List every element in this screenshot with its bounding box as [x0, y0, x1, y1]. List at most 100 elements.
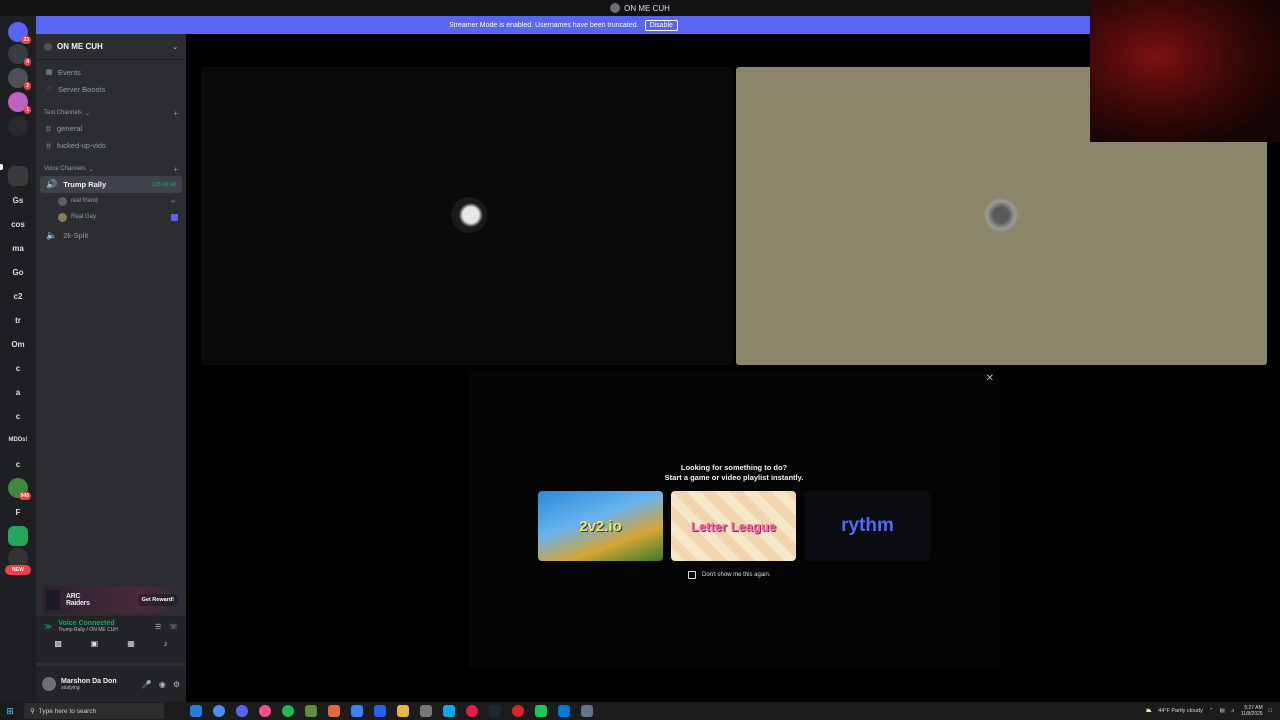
screen-share-icon[interactable]: ▣ [91, 639, 99, 648]
weather-icon[interactable]: ⛅ [1145, 708, 1152, 714]
chevron-up-icon[interactable]: ⌃ [1209, 708, 1214, 714]
disable-streamer-mode-button[interactable]: Disable [644, 19, 678, 31]
server-icon[interactable]: c [8, 454, 28, 474]
server-icon[interactable]: 946 [8, 478, 31, 500]
weather-text[interactable]: 44°F Partly cloudy [1158, 708, 1203, 714]
activity-card[interactable]: Letter League [671, 491, 796, 561]
settings-icon[interactable] [420, 705, 432, 717]
chevron-down-icon: ⌄ [85, 110, 91, 117]
voice-user[interactable]: Real Gay [36, 209, 186, 225]
headphones-icon[interactable]: ◉ [159, 680, 166, 689]
voice-status[interactable]: Voice Connected [58, 620, 118, 627]
app-icon[interactable] [374, 705, 386, 717]
add-channel-icon[interactable]: + [173, 109, 178, 118]
get-reward-button[interactable]: Get Reward! [137, 594, 178, 606]
activity-promo[interactable]: ARC Raiders Get Reward! [42, 586, 182, 614]
file-explorer-icon[interactable] [397, 705, 409, 717]
server-icon[interactable] [8, 116, 28, 136]
server-icon[interactable]: 4 [8, 44, 31, 66]
webcam-overlay [1090, 0, 1280, 142]
server-icon[interactable]: Gs [8, 190, 28, 210]
app-icon[interactable] [351, 705, 363, 717]
soundboard-icon[interactable]: ♪ [164, 639, 168, 648]
video-tile[interactable] [201, 67, 733, 365]
opera-icon[interactable] [259, 705, 271, 717]
server-icon[interactable]: cos [8, 214, 28, 234]
minecraft-icon[interactable] [305, 705, 317, 717]
events-item[interactable]: ▦ Events [36, 64, 186, 81]
checkbox-label: Don't show me this again. [702, 572, 771, 578]
task-view-icon[interactable] [190, 705, 202, 717]
volume-icon[interactable]: ♫ [1231, 708, 1235, 714]
noise-suppression-icon[interactable]: ☰ [155, 623, 161, 631]
server-icon[interactable]: Om [8, 334, 28, 354]
clock[interactable]: 5:27 AM 11/8/2025 [1241, 705, 1263, 717]
notifications-icon[interactable]: □ [1269, 708, 1272, 714]
app-icon[interactable] [558, 705, 570, 717]
activity-card[interactable]: 2v2.io [538, 491, 663, 561]
server-icon[interactable] [8, 142, 28, 162]
gear-icon[interactable]: ⚙ [173, 680, 180, 689]
signal-icon[interactable]: ≫ [44, 622, 52, 631]
server-icon[interactable]: F [8, 502, 28, 522]
steam-icon[interactable] [489, 705, 501, 717]
dont-show-again[interactable]: Don't show me this again. [688, 571, 771, 579]
taskbar-search[interactable]: ⚲ Type here to search [24, 703, 164, 719]
checkbox[interactable] [688, 571, 696, 579]
voice-location[interactable]: Trump Rally / ON ME CUH [58, 627, 118, 633]
promo-logo: ARC Raiders [66, 593, 90, 607]
discord-icon[interactable] [236, 705, 248, 717]
chrome-icon[interactable] [213, 705, 225, 717]
voice-timer: 125:40:48 [151, 181, 176, 188]
add-channel-icon[interactable]: + [173, 165, 178, 174]
server-icon[interactable]: 1 [8, 92, 31, 114]
panel-title: Looking for something to do? [680, 463, 788, 472]
voice-user[interactable]: real friend ↵ [36, 193, 186, 209]
server-boosts-item[interactable]: ♢ Server Boosts [36, 81, 186, 98]
disconnect-icon[interactable]: ☏ [169, 623, 178, 631]
active-server-icon[interactable] [8, 166, 28, 186]
server-icon[interactable]: Go [8, 262, 28, 282]
server-icon[interactable]: c2 [8, 286, 28, 306]
activity-suggestion-panel: ✕ Looking for something to do? Start a g… [468, 369, 1000, 667]
server-icon[interactable]: tr [8, 310, 28, 330]
voice-channel-active[interactable]: 🔊 Trump Rally 125:40:48 [40, 176, 182, 193]
app-icon[interactable] [328, 705, 340, 717]
server-icon[interactable]: c [8, 406, 28, 426]
activity-card[interactable]: rythm [805, 491, 930, 561]
avatar [58, 212, 67, 222]
user-panel: Marshon Da Don studying 🎤 ◉ ⚙ [36, 666, 186, 702]
voice-channel[interactable]: 🔈 2k-Split [36, 227, 186, 244]
server-icon[interactable]: ma [8, 238, 28, 258]
activities-icon[interactable]: ▦ [127, 639, 135, 648]
app-icon[interactable] [443, 705, 455, 717]
app-icon[interactable] [466, 705, 478, 717]
camera-icon[interactable]: ▩ [54, 639, 62, 648]
channel-fucked-up-vids[interactable]: # fucked-up-vids [36, 137, 186, 154]
app-icon[interactable] [512, 705, 524, 717]
app-icon[interactable] [581, 705, 593, 717]
unread-badge: 946 [18, 492, 31, 500]
server-icon[interactable]: MDDs! [8, 430, 28, 450]
microphone-icon[interactable]: 🎤 [142, 680, 152, 689]
network-icon[interactable]: ▤ [1219, 708, 1224, 714]
avatar[interactable] [42, 677, 56, 691]
text-channels-category[interactable]: Text Channels ⌄ + [36, 106, 186, 120]
avatar [58, 196, 67, 206]
channel-label: fucked-up-vids [57, 141, 106, 150]
user-name[interactable]: Marshon Da Don [61, 678, 117, 685]
guild-header[interactable]: ON ME CUH ⌄ [36, 34, 186, 60]
server-icon[interactable]: a [8, 382, 28, 402]
spotify-icon[interactable] [282, 705, 294, 717]
windows-start-icon[interactable]: ⊞ [0, 706, 20, 717]
system-tray: ⛅ 44°F Partly cloudy ⌃ ▤ ♫ 5:27 AM 11/8/… [1145, 705, 1280, 717]
channel-general[interactable]: # general [36, 120, 186, 137]
home-button[interactable]: 23 [8, 22, 31, 44]
server-icon[interactable] [8, 526, 28, 546]
server-icon[interactable]: c [8, 358, 28, 378]
voice-channels-category[interactable]: Voice Channels ⌄ + [36, 162, 186, 176]
server-icon[interactable]: 2 [8, 68, 31, 90]
speaker-icon: 🔊 [46, 179, 58, 189]
app-icon[interactable] [535, 705, 547, 717]
close-icon[interactable]: ✕ [986, 373, 994, 384]
